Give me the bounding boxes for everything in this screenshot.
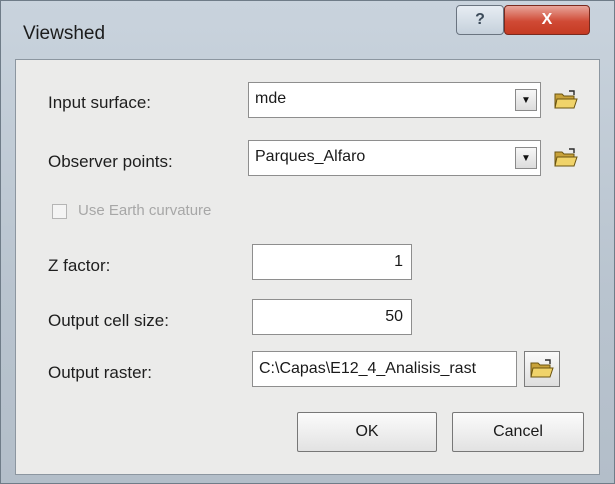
observer-points-value: Parques_Alfaro <box>255 148 366 165</box>
output-cell-size-value: 50 <box>385 308 403 325</box>
chevron-down-icon[interactable]: ▼ <box>515 147 537 169</box>
output-raster-value: C:\Capas\E12_4_Analisis_rast <box>259 360 477 377</box>
observer-points-label: Observer points: <box>48 152 173 171</box>
output-raster-input[interactable]: C:\Capas\E12_4_Analisis_rast <box>252 351 517 387</box>
dialog-body: Input surface: mde ▼ Observer points: Pa… <box>15 59 600 475</box>
z-factor-value: 1 <box>394 253 403 270</box>
close-button[interactable]: X <box>504 5 590 35</box>
folder-open-icon <box>530 359 554 378</box>
input-surface-browse-button[interactable] <box>548 82 584 118</box>
output-cell-size-input[interactable]: 50 <box>252 299 412 335</box>
cancel-button[interactable]: Cancel <box>452 412 584 452</box>
input-surface-combo[interactable]: mde ▼ <box>248 82 541 118</box>
observer-points-combo[interactable]: Parques_Alfaro ▼ <box>248 140 541 176</box>
z-factor-label: Z factor: <box>48 256 111 275</box>
output-raster-browse-button[interactable] <box>524 351 560 387</box>
input-surface-value: mde <box>255 90 287 107</box>
earth-curvature-label: Use Earth curvature <box>78 202 212 219</box>
z-factor-input[interactable]: 1 <box>252 244 412 280</box>
close-icon: X <box>541 11 553 28</box>
earth-curvature-checkbox <box>52 204 67 219</box>
observer-points-browse-button[interactable] <box>548 140 584 176</box>
output-raster-label: Output raster: <box>48 363 152 382</box>
input-surface-label: Input surface: <box>48 93 152 112</box>
chevron-down-icon[interactable]: ▼ <box>515 89 537 111</box>
help-icon: ? <box>475 11 485 28</box>
output-cell-size-label: Output cell size: <box>48 311 169 330</box>
ok-button[interactable]: OK <box>297 412 437 452</box>
title-bar[interactable]: Viewshed ? X <box>1 1 614 59</box>
viewshed-dialog: Viewshed ? X Input surface: mde ▼ Observ… <box>0 0 615 484</box>
folder-open-icon <box>554 148 578 167</box>
help-button[interactable]: ? <box>456 5 504 35</box>
folder-open-icon <box>554 90 578 109</box>
window-title: Viewshed <box>23 23 106 44</box>
